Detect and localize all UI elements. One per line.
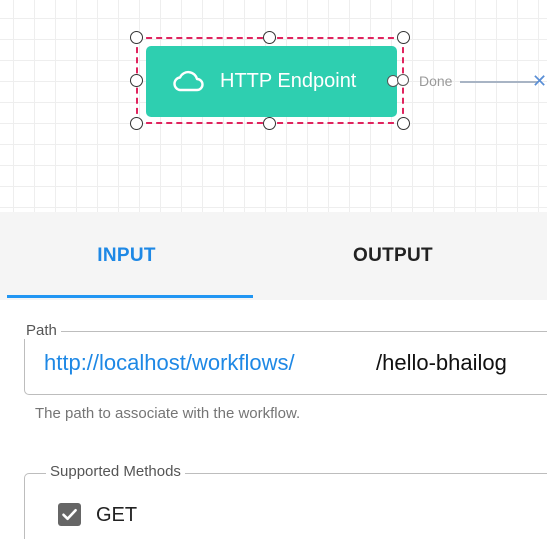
resize-handle-middle-left[interactable]	[130, 74, 143, 87]
path-prefix: http://localhost/workflows/	[44, 350, 295, 375]
tab-active-indicator	[7, 295, 253, 298]
resize-handle-bottom-right[interactable]	[397, 117, 410, 130]
path-field-label: Path	[22, 323, 61, 339]
supported-methods-label: Supported Methods	[46, 464, 185, 480]
tab-input-label: INPUT	[97, 245, 156, 266]
resize-handle-top-right[interactable]	[397, 31, 410, 44]
tab-output[interactable]: OUTPUT	[253, 212, 533, 300]
tab-output-label: OUTPUT	[353, 245, 433, 266]
resize-handle-bottom-left[interactable]	[130, 117, 143, 130]
cloud-icon	[173, 70, 204, 92]
edge-target-icon[interactable]: ✕	[532, 71, 547, 91]
node-label: HTTP Endpoint	[220, 70, 357, 92]
get-method-label[interactable]: GET	[96, 502, 137, 528]
edge-source-port[interactable]	[397, 74, 409, 86]
tab-bar: INPUT OUTPUT	[0, 212, 547, 300]
designer-canvas[interactable]: HTTP Endpoint Done ✕	[0, 0, 547, 212]
edge-connector[interactable]	[460, 81, 538, 83]
resize-handle-top-center[interactable]	[263, 31, 276, 44]
resize-handle-top-left[interactable]	[130, 31, 143, 44]
check-icon	[62, 508, 77, 521]
path-input[interactable]: /hello-bhailog	[376, 348, 547, 378]
get-method-checkbox[interactable]	[58, 503, 81, 526]
http-endpoint-node[interactable]: HTTP Endpoint	[146, 46, 397, 117]
tab-input[interactable]: INPUT	[0, 212, 253, 300]
path-helper-text: The path to associate with the workflow.	[35, 405, 301, 422]
edge-label-done: Done	[419, 73, 453, 89]
resize-handle-bottom-center[interactable]	[263, 117, 276, 130]
